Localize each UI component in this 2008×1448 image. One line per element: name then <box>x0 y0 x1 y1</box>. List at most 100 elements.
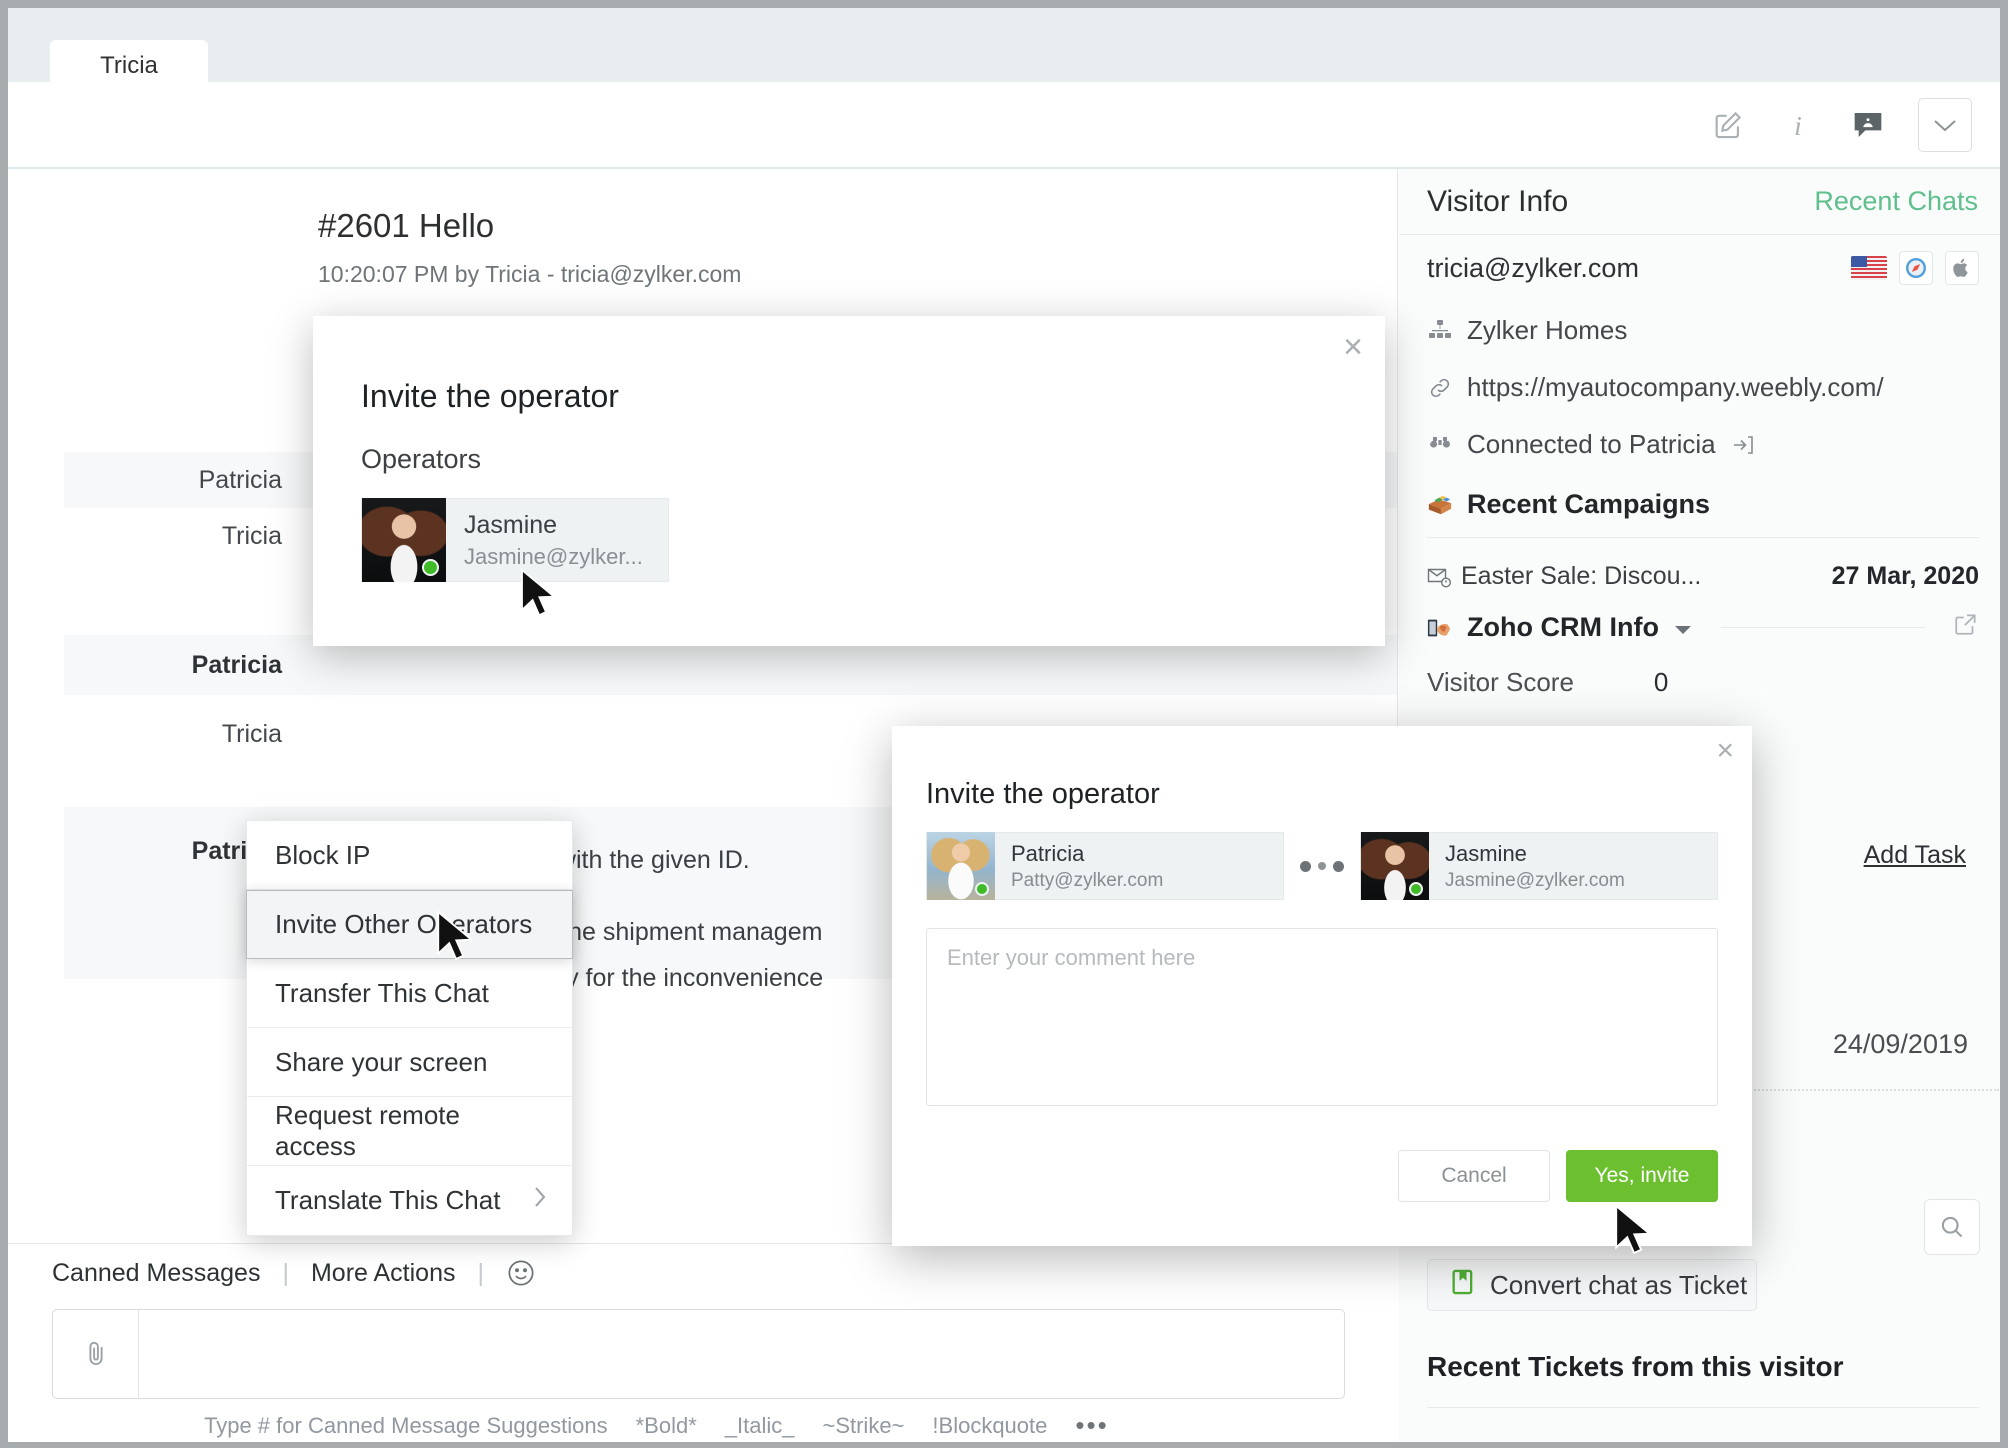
close-icon[interactable]: × <box>1716 736 1734 766</box>
campaign-name: Easter Sale: Discou... <box>1461 562 1702 590</box>
close-icon[interactable]: × <box>1343 330 1363 364</box>
toolbar-separator: | <box>477 1258 484 1287</box>
operator-info: Patricia Patty@zylker.com <box>995 841 1163 892</box>
recent-campaigns-label: Recent Campaigns <box>1467 489 1711 519</box>
invite-operator-list-dialog: × Invite the operator Operators Jasmine … <box>313 316 1385 646</box>
compose-toolbar: Canned Messages | More Actions | <box>52 1258 536 1288</box>
sidebar-header: Visitor Info Recent Chats <box>1399 169 2000 235</box>
header-icon-group: i <box>1708 98 1972 152</box>
us-flag-icon <box>1851 256 1887 280</box>
operator-card-jasmine: Jasmine Jasmine@zylker.com <box>1360 832 1718 900</box>
message-author: Tricia <box>221 521 282 550</box>
hint-canned: Type # for Canned Message Suggestions <box>204 1412 608 1438</box>
visit-date: 24/09/2019 <box>1832 1029 1968 1059</box>
info-icon[interactable]: i <box>1778 105 1818 145</box>
hint-bold: *Bold* <box>635 1412 697 1438</box>
menu-item-label: Transfer This Chat <box>275 977 489 1008</box>
apple-os-icon <box>1945 251 1979 285</box>
add-task-link[interactable]: Add Task <box>1864 841 1966 870</box>
menu-item-transfer-this-chat[interactable]: Transfer This Chat <box>247 959 572 1028</box>
menu-item-invite-other-operators[interactable]: Invite Other Operators <box>246 890 573 959</box>
visitor-score-row: Visitor Score 0 <box>1427 667 1847 698</box>
chat-header-toolbar: i <box>8 82 2000 169</box>
menu-item-share-your-screen[interactable]: Share your screen <box>247 1028 572 1097</box>
status-badge <box>975 882 989 896</box>
dialog-title: Invite the operator <box>361 378 619 414</box>
comment-input[interactable] <box>926 928 1718 1106</box>
hint-blockquote: !Blockquote <box>932 1412 1048 1438</box>
paperclip-icon[interactable] <box>53 1310 139 1398</box>
more-actions-button[interactable]: More Actions <box>311 1259 456 1288</box>
visitor-score-value: 0 <box>1653 667 1669 697</box>
convert-chat-to-ticket-button[interactable]: Convert chat as Ticket <box>1427 1259 1757 1311</box>
zoho-crm-icon <box>1427 615 1453 641</box>
operator-info: Jasmine Jasmine@zylker... <box>446 511 643 570</box>
smiley-icon[interactable] <box>506 1258 536 1288</box>
chat-title: #2601 Hello <box>318 207 495 244</box>
campaign-date: 27 Mar, 2020 <box>1831 562 1979 590</box>
operator-info: Jasmine Jasmine@zylker.com <box>1429 841 1625 892</box>
compose-area: Canned Messages | More Actions | Type # … <box>8 1243 1398 1442</box>
campaign-label: Easter Sale: Discou... <box>1427 562 1701 591</box>
mail-alert-icon <box>1427 564 1453 590</box>
menu-item-block-ip[interactable]: Block IP <box>247 821 572 890</box>
avatar <box>362 498 446 582</box>
operator-name: Jasmine <box>1445 840 1527 866</box>
recent-chats-link[interactable]: Recent Chats <box>1814 186 1978 217</box>
caret-down-icon[interactable] <box>1673 612 1693 643</box>
external-link-icon[interactable] <box>1953 611 1979 644</box>
menu-item-label: Block IP <box>275 839 371 870</box>
zoho-crm-section[interactable]: Zoho CRM Info <box>1427 611 1979 644</box>
operator-name: Patricia <box>1011 840 1085 866</box>
operator-name: Jasmine <box>464 510 558 539</box>
visitor-website[interactable]: https://myautocompany.weebly.com/ <box>1467 372 1884 403</box>
convert-label: Convert chat as Ticket <box>1490 1269 1748 1300</box>
status-badge <box>1409 882 1423 896</box>
dialog-title: Invite the operator <box>926 778 1160 810</box>
operator-pair: Patricia Patty@zylker.com Jasmine Jasmin… <box>926 832 1718 900</box>
menu-item-label: Share your screen <box>275 1046 488 1077</box>
message-input-wrapper[interactable] <box>52 1309 1345 1399</box>
svg-text:i: i <box>1794 110 1802 141</box>
visitor-email-row: tricia@zylker.com <box>1427 251 1979 285</box>
more-actions-context-menu: Block IP Invite Other Operators Transfer… <box>246 820 573 1236</box>
menu-item-request-remote-access[interactable]: Request remote access <box>247 1097 572 1166</box>
menu-item-translate-this-chat[interactable]: Translate This Chat <box>247 1166 572 1235</box>
divider <box>1427 1407 1979 1408</box>
yes-invite-button[interactable]: Yes, invite <box>1566 1150 1718 1202</box>
dialog-actions: Cancel Yes, invite <box>1398 1150 1718 1202</box>
cancel-button[interactable]: Cancel <box>1398 1150 1550 1202</box>
operator-email: Jasmine@zylker... <box>464 543 643 569</box>
hint-more-icon[interactable]: ••• <box>1075 1410 1108 1441</box>
menu-item-label: Request remote access <box>275 1100 460 1161</box>
campaign-icon <box>1427 492 1453 518</box>
tab-bar: Tricia <box>8 8 2000 92</box>
compose-format-hints: Type # for Canned Message Suggestions *B… <box>204 1410 1109 1441</box>
menu-item-label: Invite Other Operators <box>275 909 533 939</box>
operators-section-label: Operators <box>361 444 482 474</box>
operator-card-jasmine[interactable]: Jasmine Jasmine@zylker... <box>361 498 669 582</box>
visitor-email: tricia@zylker.com <box>1427 252 1639 283</box>
link-icon <box>1427 375 1453 401</box>
menu-item-label: Translate This Chat <box>275 1185 501 1215</box>
compose-icon[interactable] <box>1708 105 1748 145</box>
tab-label: Tricia <box>100 52 158 79</box>
operator-email: Patty@zylker.com <box>1011 869 1164 891</box>
app-window: Tricia i #2601 Hello 10:20:07 PM by Tric… <box>8 8 2000 1442</box>
visitor-website-row: https://myautocompany.weebly.com/ <box>1427 372 1884 403</box>
avatar <box>927 832 995 900</box>
enter-arrow-icon[interactable] <box>1730 432 1756 458</box>
page-title: Visitor Info <box>1427 184 1569 218</box>
binoculars-icon <box>1427 432 1453 458</box>
org-chart-icon <box>1427 318 1453 344</box>
chevron-right-icon <box>532 1184 548 1217</box>
canned-messages-button[interactable]: Canned Messages <box>52 1259 260 1288</box>
message-author: Patricia <box>191 650 282 679</box>
visitor-chat-icon[interactable] <box>1848 105 1888 145</box>
toolbar-separator: | <box>282 1258 289 1287</box>
recent-campaigns-section: Recent Campaigns <box>1427 489 1979 520</box>
header-dropdown-button[interactable] <box>1918 98 1972 152</box>
operator-card-patricia: Patricia Patty@zylker.com <box>926 832 1284 900</box>
visitor-company-row: Zylker Homes <box>1427 315 1627 346</box>
search-icon[interactable] <box>1924 1199 1980 1255</box>
